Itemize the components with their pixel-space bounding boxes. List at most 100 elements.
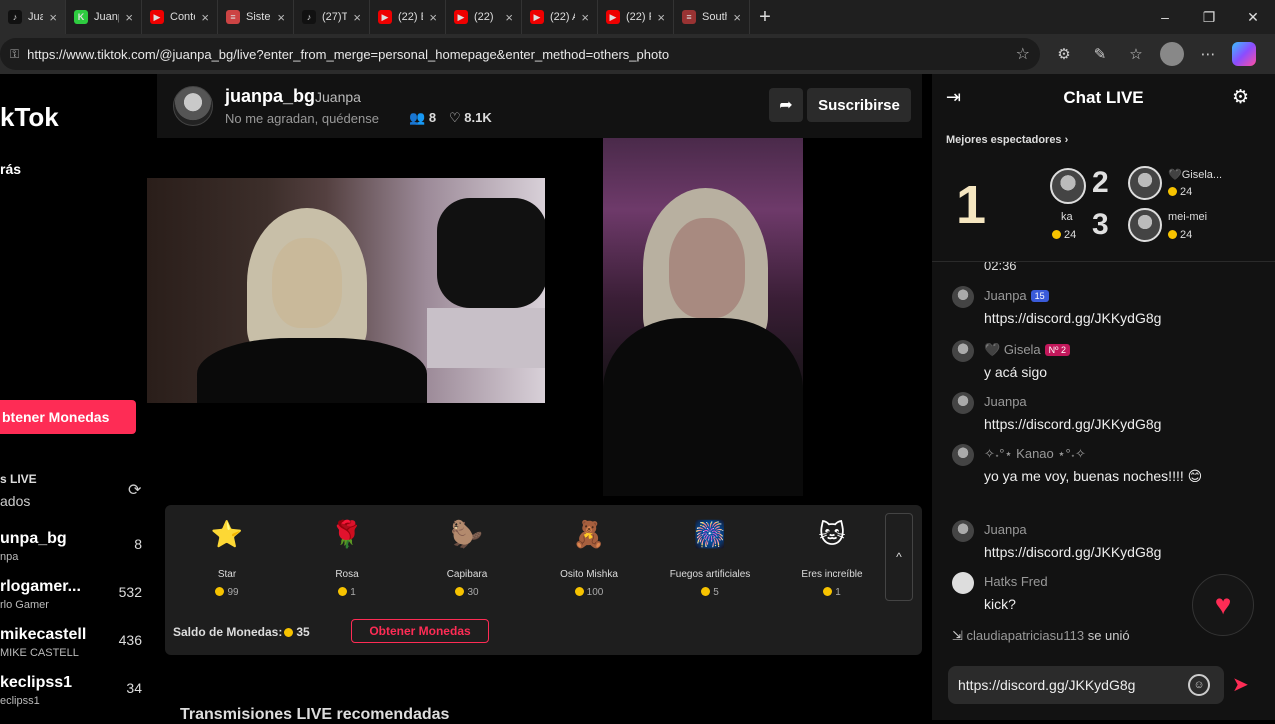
user-avatar[interactable] [952,340,974,362]
tab-label: South Pa [702,11,727,23]
top-viewer-score: 24 [1168,186,1192,198]
browser-tab[interactable]: ▶ (22) Ang × [522,0,598,34]
top-viewers-link[interactable]: Mejores espectadores › [946,134,1068,146]
get-coins-button[interactable]: Obtener Monedas [351,619,489,643]
favorite-star-icon[interactable]: ☆ [1016,44,1030,64]
youtube-icon: ▶ [606,10,620,24]
close-icon[interactable]: × [201,10,209,25]
address-bar[interactable]: ⚿ https://www.tiktok.com/@juanpa_bg/live… [0,38,1040,70]
chat-title: Chat LIVE [1063,88,1144,107]
browser-tab[interactable]: ▶ (22) Bun × [370,0,446,34]
streamer-avatar[interactable] [173,86,213,126]
chat-input[interactable] [948,666,1224,704]
tab-label: Sistemas [246,11,271,23]
gift-item[interactable]: 🐱 Eres increíble 1 [782,515,882,599]
reading-mode-icon[interactable]: ✎ [1088,42,1112,66]
heart-outline-icon: ♡ [449,110,461,125]
copilot-icon[interactable] [1232,42,1256,66]
close-icon[interactable]: × [581,10,589,25]
gear-icon[interactable]: ⚙ [1232,86,1249,109]
top-viewer-avatar[interactable] [1050,168,1086,204]
send-icon[interactable]: ➤ [1232,672,1249,697]
rose-gift-icon: 🌹 [330,518,364,549]
url-text: https://www.tiktok.com/@juanpa_bg/live?e… [27,46,670,62]
tiktok-icon: ♪ [302,10,316,24]
user-avatar[interactable] [952,520,974,542]
new-tab-button[interactable]: + [750,6,780,29]
gift-item[interactable]: 🧸 Osito Mishka 100 [539,515,639,599]
close-icon[interactable]: × [49,10,57,25]
viewers-icon: 👥 [409,110,426,125]
expand-gifts-button[interactable]: ^ [885,513,913,601]
restore-icon[interactable]: ❐ [1187,0,1231,34]
capybara-gift-icon: 🦫 [450,518,484,549]
recommended-lives-heading: Transmisiones LIVE recomendadas [180,706,450,723]
close-icon[interactable]: × [353,10,361,25]
star-gift-icon: ⭐ [210,518,244,549]
host-video-feed [603,138,803,496]
profile-avatar[interactable] [1160,42,1184,66]
tiktok-logo[interactable]: kTok [0,102,59,133]
tiktok-icon: ♪ [8,10,22,24]
live-section-subtitle: ados [0,493,31,509]
close-icon[interactable]: × [429,10,437,25]
tab-label: (22) Bun [398,11,423,23]
subscribe-button[interactable]: Suscribirse [807,88,911,122]
refresh-icon[interactable]: ⟳ [128,480,141,500]
browser-tab-bar: ♪Juanpa (×KJuanpaB×▶Contenid×≡Sistemas×♪… [0,0,1275,34]
gift-panel: ⭐ Star 99 🌹 Rosa 1 🦫 Capibara 30 🧸 Osito… [165,505,922,655]
gift-item[interactable]: ⭐ Star 99 [177,515,277,599]
gift-item[interactable]: 🦫 Capibara 30 [417,515,517,599]
browser-tab[interactable]: ♪ Juanpa ( × [0,0,66,34]
user-avatar[interactable] [952,572,974,594]
close-icon[interactable]: × [277,10,285,25]
user-avatar[interactable] [952,444,974,466]
emoji-icon[interactable]: ☺ [1188,674,1210,696]
coin-icon [455,587,465,596]
top-viewer-avatar[interactable] [1128,208,1162,242]
browser-tab[interactable]: ♪ (27)TikTo × [294,0,370,34]
top-viewer-name: ka [1061,211,1073,223]
user-avatar[interactable] [952,392,974,414]
sidebar-live-item[interactable]: mikecastell MIKE CASTELL 436 [0,626,150,670]
teddy-bear-gift-icon: 🧸 [572,518,606,549]
back-link[interactable]: rás [0,161,21,177]
share-button[interactable]: ➦ [769,88,803,122]
close-icon[interactable]: × [657,10,665,25]
streamer-header: juanpa_bg Juanpa No me agradan, quédense… [157,74,922,138]
sidebar-live-item[interactable]: keclipss1 eclipss1 34 [0,674,150,718]
gift-item[interactable]: 🎆 Fuegos artificiales 5 [660,515,760,599]
guest-video-feed [147,178,545,403]
tab-label: (22) [474,11,494,23]
coin-icon [574,587,584,596]
browser-tab[interactable]: ≡ Sistemas × [218,0,294,34]
close-icon[interactable]: × [125,10,133,25]
get-coins-button[interactable]: btener Monedas [0,400,136,434]
partial-message: 02:36 [984,262,1017,273]
browser-tab[interactable]: K JuanpaB × [66,0,142,34]
tab-label: Juanpa ( [28,11,43,23]
gift-item[interactable]: 🌹 Rosa 1 [297,515,397,599]
user-avatar[interactable] [952,286,974,308]
sidebar-live-item[interactable]: rlogamer... rlo Gamer 532 [0,578,150,622]
close-window-icon[interactable]: ✕ [1231,0,1275,34]
favorites-icon[interactable]: ☆ [1124,42,1148,66]
like-heart-button[interactable]: ♥ [1192,574,1254,636]
browser-tab[interactable]: ≡ South Pa × [674,0,750,34]
browser-tab[interactable]: ▶ (22) × [446,0,522,34]
more-menu-icon[interactable]: ⋯ [1196,42,1220,66]
rank-number: 2 [1092,166,1109,199]
browser-tab[interactable]: ▶ (22) Rat × [598,0,674,34]
close-icon[interactable]: × [505,10,513,25]
top-viewer-name: mei-mei [1168,211,1208,223]
minimize-icon[interactable]: – [1143,0,1187,34]
top-viewer-avatar[interactable] [1128,166,1162,200]
K-icon: K [74,10,88,24]
close-icon[interactable]: × [733,10,741,25]
sidebar-live-item[interactable]: unpa_bg npa 8 [0,530,150,574]
extensions-icon[interactable]: ⚙ [1052,42,1076,66]
browser-tab[interactable]: ▶ Contenid × [142,0,218,34]
top-viewer-name: 🖤Gisela... [1168,169,1223,181]
streamer-username[interactable]: juanpa_bg [225,86,315,107]
like-count: ♡ 8.1K [449,110,492,125]
